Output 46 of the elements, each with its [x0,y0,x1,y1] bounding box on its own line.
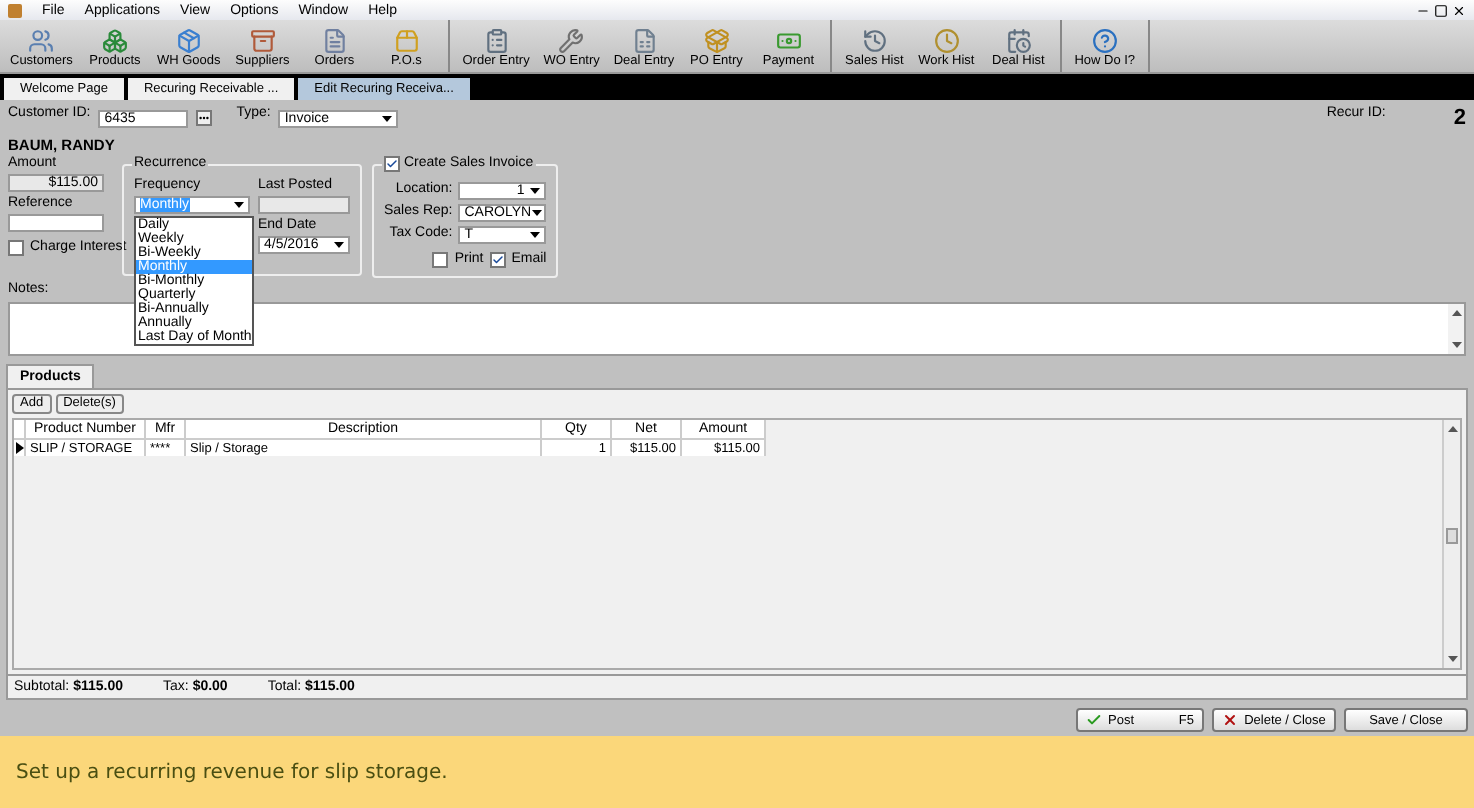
checkbox[interactable] [489,252,506,268]
users-icon [28,28,55,54]
help-icon [1091,28,1118,54]
close-icon[interactable] [1452,3,1466,17]
package-icon [393,28,420,54]
close-icon [1222,712,1239,728]
archive-icon [249,28,276,54]
restore-icon[interactable] [1434,3,1448,17]
checkbox[interactable] [384,156,400,172]
reference-field[interactable] [8,214,104,232]
ellipsis-button-icon[interactable] [196,110,213,126]
dropdown-caret-icon[interactable] [531,210,542,216]
caption-text: Set up a recurring revenue for slip storage. [0,736,1474,808]
document-icon [631,28,657,54]
checkbox[interactable] [432,252,449,268]
document-icon [321,28,348,54]
scrollbar[interactable] [1442,420,1460,668]
package-icon [175,28,202,54]
dropdown-caret-icon[interactable] [530,188,541,194]
clock-icon [933,28,960,54]
app-icon [8,3,22,17]
scroll-down-icon[interactable] [1447,656,1457,662]
dropdown-caret-icon[interactable] [234,202,244,208]
history-icon [861,28,888,54]
dropdown-caret-icon[interactable] [334,242,344,248]
package-icon [703,28,730,54]
dropdown-caret-icon[interactable] [382,115,393,121]
dropdown-caret-icon[interactable] [530,232,541,238]
clipboard-icon [483,28,510,54]
scroll-up-icon[interactable] [1451,310,1461,316]
recur-id-value: 2 [1453,106,1466,130]
wrench-icon [558,28,585,54]
calendar-clock-icon [1005,28,1032,54]
row-header-corner [14,420,26,440]
notes-field[interactable] [8,302,1466,356]
checkbox[interactable] [8,240,24,256]
check-icon [1086,712,1102,728]
scroll-up-icon[interactable] [1447,426,1457,432]
row-pointer-icon [15,442,23,454]
row-header[interactable] [14,440,26,456]
scrollbar-thumb[interactable] [1446,528,1458,544]
banknote-icon [775,28,802,54]
last-posted-field[interactable] [258,196,350,214]
scrollbar[interactable] [1448,304,1464,354]
scroll-down-icon[interactable] [1451,342,1461,348]
boxes-icon [101,28,128,54]
